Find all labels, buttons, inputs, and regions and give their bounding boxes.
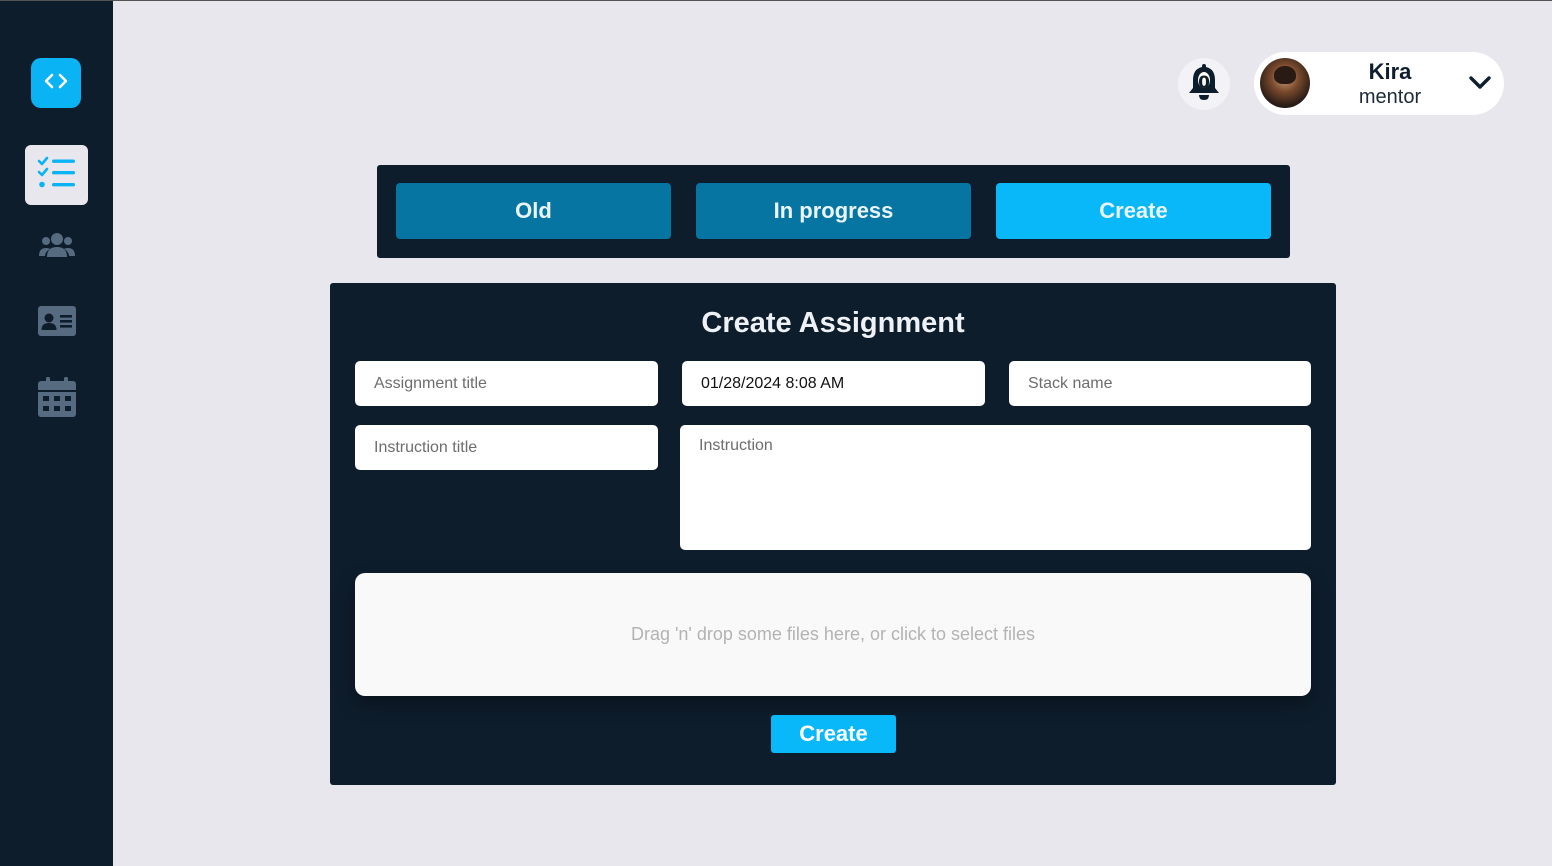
file-dropzone[interactable]: Drag 'n' drop some files here, or click …: [355, 573, 1311, 696]
code-brackets-icon: [43, 71, 69, 96]
app-root: 0 Kira mentor Old In progress Create Cre…: [0, 0, 1552, 866]
users-group-icon: [38, 231, 75, 264]
sidebar-item-assignments[interactable]: [25, 145, 88, 205]
stack-name-input[interactable]: Stack name: [1009, 361, 1311, 406]
tab-create[interactable]: Create: [996, 183, 1271, 239]
instruction-textarea[interactable]: Instruction: [680, 425, 1311, 550]
tab-old[interactable]: Old: [396, 183, 671, 239]
logo[interactable]: [31, 58, 81, 108]
notifications-button[interactable]: 0: [1178, 58, 1230, 110]
instruction-title-input[interactable]: Instruction title: [355, 425, 658, 470]
avatar: [1260, 58, 1310, 108]
user-menu[interactable]: Kira mentor: [1254, 52, 1504, 115]
user-name: Kira: [1368, 59, 1412, 84]
sidebar-item-profile-card[interactable]: [25, 293, 88, 353]
assignment-title-input[interactable]: Assignment title: [355, 361, 658, 406]
notification-count: 0: [1198, 73, 1210, 93]
sidebar-item-calendar[interactable]: [25, 369, 88, 429]
chevron-down-icon[interactable]: [1467, 72, 1493, 94]
sidebar-item-users[interactable]: [25, 217, 88, 277]
form-title: Create Assignment: [701, 307, 965, 339]
deadline-datetime-input[interactable]: 01/28/2024 8:08 AM: [682, 361, 985, 406]
assignment-tabs: Old In progress Create: [377, 165, 1290, 258]
user-role: mentor: [1358, 86, 1422, 108]
create-assignment-form: Create Assignment Assignment title 01/28…: [330, 283, 1336, 785]
id-card-icon: [37, 305, 76, 341]
calendar-icon: [37, 376, 76, 422]
tab-in-progress[interactable]: In progress: [696, 183, 971, 239]
checklist-icon: [37, 156, 77, 195]
create-button[interactable]: Create: [771, 715, 896, 753]
sidebar: [0, 1, 113, 866]
